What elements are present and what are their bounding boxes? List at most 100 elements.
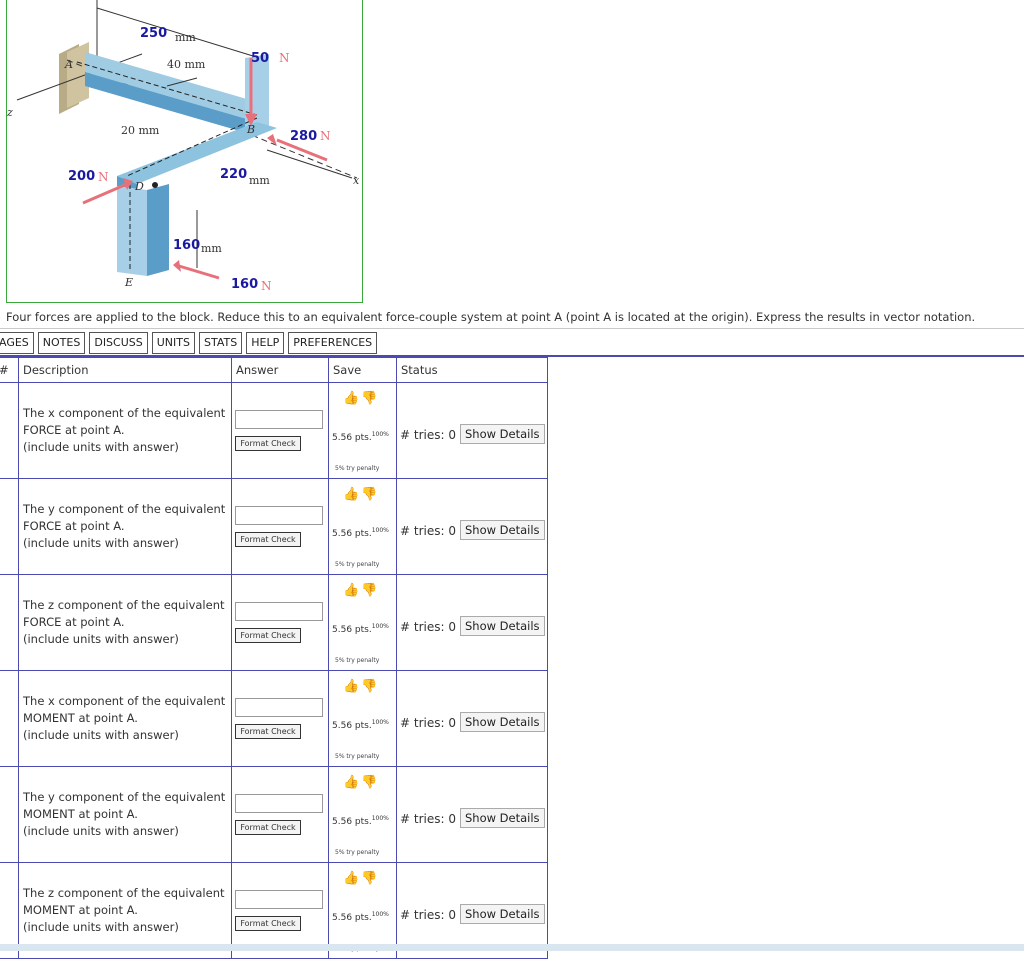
description-cell: The x component of the equivalent MOMENT… (18, 670, 232, 767)
force-280: 280 (290, 129, 317, 144)
format-check-button[interactable]: Format Check (235, 724, 301, 739)
description-cell: The y component of the equivalent MOMENT… (18, 766, 232, 863)
col-header-number: # (0, 357, 19, 383)
thumbs-up-icon[interactable]: 👍 (343, 871, 359, 886)
z-axis-label: z (7, 106, 13, 119)
thumbs-down-icon[interactable]: 👎 (361, 871, 377, 886)
tries-count: # tries: 0 (400, 428, 456, 442)
percent-value: 100% (371, 623, 389, 630)
description-note: (include units with answer) (23, 920, 179, 934)
thumbs-down-icon[interactable]: 👎 (361, 679, 377, 694)
row-number-cell (0, 670, 19, 767)
description-cell: The x component of the equivalent FORCE … (18, 382, 232, 479)
tries-count: # tries: 0 (400, 620, 456, 634)
force-160: 160 (231, 277, 258, 292)
status-cell: # tries: 0 Show Details (396, 382, 548, 479)
svg-text:N: N (261, 279, 272, 293)
show-details-button[interactable]: Show Details (460, 424, 545, 444)
col-header-answer: Answer (231, 357, 329, 383)
description-line: The x component of the equivalent (23, 694, 226, 708)
thumbs-down-icon[interactable]: 👎 (361, 391, 377, 406)
thumbs-up-icon[interactable]: 👍 (343, 775, 359, 790)
thumbs-up-icon[interactable]: 👍 (343, 679, 359, 694)
thumbs-down-icon[interactable]: 👎 (361, 775, 377, 790)
x-axis-label: x (353, 174, 360, 187)
description-line: MOMENT at point A. (23, 807, 138, 821)
post-de-front (117, 186, 147, 276)
format-check-button[interactable]: Format Check (235, 820, 301, 835)
percent-value: 100% (371, 815, 389, 822)
answer-input[interactable] (235, 602, 323, 621)
point-b-label: B (246, 123, 255, 136)
svg-text:N: N (320, 129, 331, 143)
thumbs-up-icon[interactable]: 👍 (343, 487, 359, 502)
col-header-description: Description (18, 357, 232, 383)
answer-cell: Format Check (231, 670, 329, 767)
points-value: 5.56 pts.100% (332, 815, 389, 827)
row-number-cell (0, 382, 19, 479)
tab-messages[interactable]: AGES (0, 332, 34, 354)
col-header-save: Save (328, 357, 397, 383)
tab-preferences[interactable]: PREFERENCES (288, 332, 378, 354)
description-line: FORCE at point A. (23, 519, 125, 533)
svg-text:mm: mm (201, 242, 222, 255)
answer-input[interactable] (235, 890, 323, 909)
points-value: 5.56 pts.100% (332, 911, 389, 923)
description-line: The x component of the equivalent (23, 406, 226, 420)
status-cell: # tries: 0 Show Details (396, 478, 548, 575)
row-number-cell (0, 478, 19, 575)
svg-text:N: N (98, 170, 109, 184)
description-note: (include units with answer) (23, 824, 179, 838)
tab-discuss[interactable]: DISCUSS (89, 332, 148, 354)
description-line: FORCE at point A. (23, 615, 125, 629)
tab-units[interactable]: UNITS (151, 332, 195, 354)
show-details-button[interactable]: Show Details (460, 616, 545, 636)
description-line: The z component of the equivalent (23, 886, 225, 900)
try-penalty: 5% try penalty (335, 849, 380, 856)
dim-160: 160 (173, 238, 200, 253)
save-cell: 👍👎 5.56 pts.100% 5% try penalty (328, 478, 397, 575)
post-de-side (147, 184, 169, 276)
tab-notes[interactable]: NOTES (37, 332, 86, 354)
point-d-label: D (134, 180, 144, 193)
tab-help[interactable]: HELP (246, 332, 285, 354)
thumbs-up-icon[interactable]: 👍 (343, 583, 359, 598)
rating-icons: 👍 👎 (343, 487, 377, 502)
thumbs-down-icon[interactable]: 👎 (361, 487, 377, 502)
description-line: FORCE at point A. (23, 423, 125, 437)
answer-cell: Format Check (231, 574, 329, 671)
description-note: (include units with answer) (23, 536, 179, 550)
thumbs-down-icon[interactable]: 👎 (361, 583, 377, 598)
format-check-button[interactable]: Format Check (235, 916, 301, 931)
format-check-button[interactable]: Format Check (235, 436, 301, 451)
answer-cell: Format Check (231, 766, 329, 863)
try-penalty: 5% try penalty (335, 465, 380, 472)
row-number-cell (0, 574, 19, 671)
dim-220: 220 (220, 167, 247, 182)
tries-count: # tries: 0 (400, 716, 456, 730)
show-details-button[interactable]: Show Details (460, 808, 545, 828)
tab-bar: AGES NOTES DISCUSS UNITS STATS HELP PREF… (0, 332, 381, 354)
save-cell: 👍👎 5.56 pts.100% 5% try penalty (328, 574, 397, 671)
force-160-arrow (178, 264, 220, 280)
format-check-button[interactable]: Format Check (235, 628, 301, 643)
answer-input[interactable] (235, 506, 323, 525)
try-penalty: 5% try penalty (335, 561, 380, 568)
show-details-button[interactable]: Show Details (460, 520, 545, 540)
answer-input[interactable] (235, 410, 323, 429)
show-details-button[interactable]: Show Details (460, 712, 545, 732)
description-line: MOMENT at point A. (23, 711, 138, 725)
thumbs-up-icon[interactable]: 👍 (343, 391, 359, 406)
percent-value: 100% (371, 911, 389, 918)
answer-input[interactable] (235, 794, 323, 813)
save-cell: 👍👎 5.56 pts.100% 5% try penalty (328, 382, 397, 479)
answer-input[interactable] (235, 698, 323, 717)
show-details-button[interactable]: Show Details (460, 904, 545, 924)
rating-icons: 👍 👎 (343, 775, 377, 790)
points-value: 5.56 pts.100% (332, 719, 389, 731)
points-value: 5.56 pts.100% (332, 623, 389, 635)
percent-value: 100% (371, 527, 389, 534)
bottom-scrollbar[interactable] (0, 944, 1024, 951)
tab-stats[interactable]: STATS (198, 332, 243, 354)
format-check-button[interactable]: Format Check (235, 532, 301, 547)
